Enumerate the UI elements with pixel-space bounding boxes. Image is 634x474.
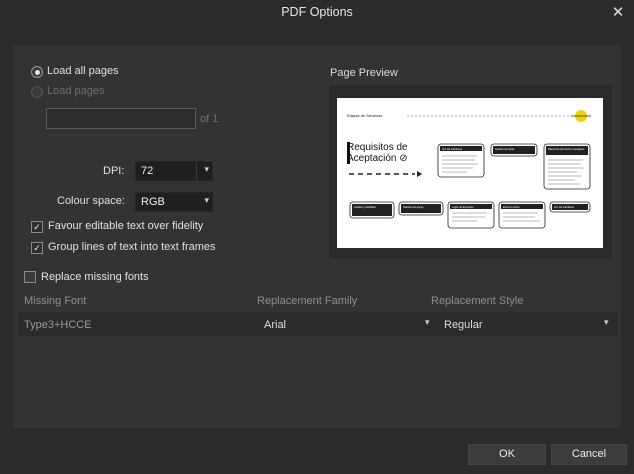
load-pages-radio[interactable] bbox=[31, 86, 43, 98]
group-lines-checkbox[interactable]: ✓ bbox=[31, 242, 43, 254]
dpi-value: 72 bbox=[141, 165, 154, 177]
pages-input[interactable] bbox=[46, 108, 196, 129]
favour-editable-checkbox[interactable]: ✓ bbox=[31, 221, 43, 233]
preview-title-1: Requisitos de bbox=[347, 142, 408, 153]
preview-box-4: Análisis y viabilidad bbox=[354, 206, 376, 209]
preview-header: Etapas de Servicios bbox=[347, 113, 382, 118]
preview-box-6: Lugar de Expresión bbox=[452, 206, 474, 209]
preview-box-1: Voz del solicitante bbox=[442, 148, 463, 151]
table-row[interactable] bbox=[18, 312, 618, 336]
missing-font-cell: Type3+HCCE bbox=[24, 319, 92, 331]
close-icon[interactable]: ✕ bbox=[608, 3, 628, 23]
title-bar: PDF Options ✕ bbox=[0, 0, 634, 26]
preview-drawing: Etapas de Servicios Requisitos de Acepta… bbox=[347, 110, 591, 229]
load-pages-label[interactable]: Load pages bbox=[47, 85, 105, 97]
dpi-label: DPI: bbox=[103, 165, 125, 177]
page-preview-thumbnail: Etapas de Servicios Requisitos de Acepta… bbox=[337, 98, 603, 248]
ok-button[interactable]: OK bbox=[468, 444, 546, 465]
window-title: PDF Options bbox=[281, 5, 353, 19]
preview-box-3: Diferencia del hecho Investigado bbox=[548, 148, 585, 151]
colour-space-dropdown[interactable]: RGB ▾ bbox=[135, 192, 213, 212]
preview-box-5: Solicitud de apoyo bbox=[403, 206, 424, 209]
preview-box-8: Voz del solicitante bbox=[554, 206, 575, 209]
chevron-down-icon: ▾ bbox=[204, 195, 209, 205]
page-preview-label: Page Preview bbox=[330, 67, 398, 79]
load-all-pages-radio[interactable] bbox=[31, 66, 43, 78]
colour-space-value: RGB bbox=[141, 196, 165, 208]
preview-box-7: Entorno clínico bbox=[503, 206, 520, 209]
column-header-missing-font: Missing Font bbox=[24, 295, 87, 307]
preview-box-2: Gestión de oferta bbox=[495, 148, 515, 151]
replacement-style-dropdown[interactable]: Regular bbox=[444, 319, 483, 331]
replace-fonts-label[interactable]: Replace missing fonts bbox=[41, 271, 149, 283]
checkmark-icon: ✓ bbox=[33, 222, 41, 232]
group-lines-label[interactable]: Group lines of text into text frames bbox=[48, 241, 216, 253]
chevron-down-icon[interactable]: ▾ bbox=[425, 317, 430, 328]
preview-title-2: Aceptación ⊘ bbox=[347, 153, 408, 164]
column-header-replacement-family: Replacement Family bbox=[257, 295, 358, 307]
dropdown-divider bbox=[196, 162, 197, 180]
of-pages-label: of 1 bbox=[200, 113, 219, 125]
favour-editable-label[interactable]: Favour editable text over fidelity bbox=[48, 220, 203, 232]
chevron-down-icon[interactable]: ▾ bbox=[604, 317, 609, 328]
replacement-family-dropdown[interactable]: Arial bbox=[264, 319, 286, 331]
load-all-pages-label[interactable]: Load all pages bbox=[47, 65, 119, 77]
dpi-dropdown[interactable]: 72 ▾ bbox=[135, 161, 213, 181]
cancel-button[interactable]: Cancel bbox=[551, 444, 627, 465]
chevron-down-icon: ▾ bbox=[204, 164, 209, 174]
checkmark-icon: ✓ bbox=[33, 243, 41, 253]
column-header-replacement-style: Replacement Style bbox=[431, 295, 524, 307]
replace-fonts-checkbox[interactable] bbox=[24, 271, 36, 283]
colour-space-label: Colour space: bbox=[57, 195, 125, 207]
